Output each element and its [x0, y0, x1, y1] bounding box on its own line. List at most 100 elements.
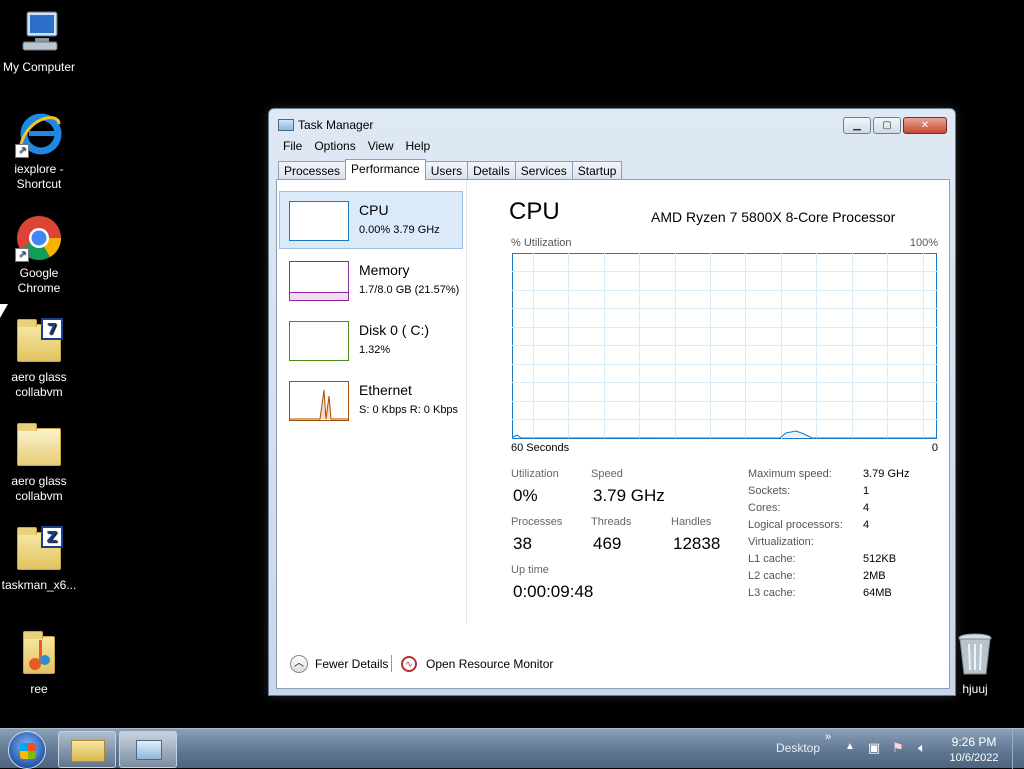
resource-title: Ethernet	[359, 382, 412, 398]
tab-startup[interactable]: Startup	[571, 161, 623, 179]
menu-view[interactable]: View	[362, 137, 400, 157]
tab-details[interactable]: Details	[467, 161, 516, 179]
uptime-label: Up time	[511, 564, 549, 576]
threads-label: Threads	[591, 516, 632, 528]
tab-processes[interactable]: Processes	[278, 161, 347, 179]
title-bar[interactable]: Task Manager ▁ ▢ ✕	[269, 109, 955, 139]
system-clock[interactable]: 9:26 PM 10/6/2022	[944, 734, 1004, 766]
music-folder-icon	[15, 630, 63, 678]
spec-l3-value: 64MB	[863, 587, 892, 599]
cpu-detail: CPU AMD Ryzen 7 5800X 8-Core Processor %…	[499, 180, 939, 620]
folder-icon	[15, 422, 63, 470]
window-title: Task Manager	[298, 118, 374, 132]
threads-value: 469	[593, 534, 622, 553]
zip-archive-icon: Z	[15, 526, 63, 574]
desktop-icon-ree[interactable]: ree	[0, 630, 78, 697]
resource-disk[interactable]: Disk 0 ( C:) 1.32%	[279, 311, 463, 369]
tab-users[interactable]: Users	[424, 161, 469, 179]
action-center-flag-icon[interactable]: ⚑	[890, 740, 906, 756]
resource-cpu[interactable]: CPU 0.00% 3.79 GHz	[279, 191, 463, 249]
task-manager-window: Task Manager ▁ ▢ ✕ File Options View Hel…	[268, 108, 956, 696]
spec-l1-value: 512KB	[863, 553, 897, 565]
start-button[interactable]	[8, 731, 46, 769]
desktop-toolbar-label[interactable]: Desktop	[776, 741, 820, 755]
icon-label: My Computer	[2, 60, 76, 74]
resource-title: Memory	[359, 262, 410, 278]
shortcut-arrow-icon: ↗	[15, 144, 29, 158]
speed-value: 3.79 GHz	[593, 486, 665, 505]
resource-monitor-icon[interactable]: ∿	[401, 656, 417, 672]
memory-thumbnail	[289, 261, 349, 301]
menu-bar: File Options View Help	[277, 137, 436, 157]
mouse-cursor-icon	[0, 304, 8, 318]
desktop-icon-taskman[interactable]: Z taskman_x6...	[0, 526, 78, 593]
recycle-bin-icon	[951, 630, 999, 678]
fewer-details-link[interactable]: Fewer Details	[315, 657, 388, 671]
clock-date: 10/6/2022	[949, 752, 999, 764]
footer-divider	[391, 655, 392, 672]
menu-options[interactable]: Options	[308, 137, 361, 157]
icon-label: collabvm	[15, 385, 63, 399]
taskbar-task-manager-button[interactable]	[119, 731, 177, 768]
maximize-button[interactable]: ▢	[873, 117, 901, 134]
icon-label: iexplore -	[14, 162, 64, 176]
spec-cores-value: 4	[863, 502, 870, 514]
spec-max-speed-value: 3.79 GHz	[863, 468, 910, 480]
desktop-icon-chrome[interactable]: ↗ Google Chrome	[0, 214, 78, 296]
handles-label: Handles	[671, 516, 712, 528]
task-manager-icon	[278, 119, 294, 131]
spec-l3-label: L3 cache:	[748, 587, 796, 599]
icon-label: aero glass	[11, 474, 67, 488]
menu-help[interactable]: Help	[400, 137, 437, 157]
cpu-thumbnail	[289, 201, 349, 241]
spec-l2-label: L2 cache:	[748, 570, 796, 582]
resource-subtitle: S: 0 Kbps R: 0 Kbps	[359, 404, 459, 416]
spec-sockets-label: Sockets:	[748, 485, 791, 497]
utilization-label: Utilization	[511, 468, 559, 480]
show-hidden-icons-icon[interactable]: ▲	[845, 741, 855, 752]
footer-bar: ︿ Fewer Details ∿ Open Resource Monitor	[277, 645, 949, 685]
open-resource-monitor-link[interactable]: Open Resource Monitor	[426, 657, 553, 671]
close-button[interactable]: ✕	[903, 117, 947, 134]
desktop-icon-iexplore[interactable]: ↗ iexplore - Shortcut	[0, 110, 78, 192]
icon-label: taskman_x6...	[1, 578, 77, 592]
chevron-double-right-icon[interactable]: »	[825, 731, 831, 743]
desktop-icon-my-computer[interactable]: My Computer	[0, 8, 78, 75]
7zip-archive-icon: 7	[15, 318, 63, 366]
spec-max-speed-label: Maximum speed:	[748, 468, 832, 480]
resource-title: Disk 0 ( C:)	[359, 322, 429, 338]
icon-label: ree	[30, 682, 48, 696]
menu-file[interactable]: File	[277, 137, 308, 157]
speed-label: Speed	[591, 468, 623, 480]
resource-memory[interactable]: Memory 1.7/8.0 GB (21.57%)	[279, 251, 463, 309]
folder-icon	[71, 740, 105, 762]
chevron-up-icon[interactable]: ︿	[290, 655, 308, 673]
show-desktop-button[interactable]	[1012, 729, 1024, 769]
uptime-value: 0:00:09:48	[513, 582, 594, 601]
tab-performance[interactable]: Performance	[345, 159, 426, 180]
internet-explorer-icon: ↗	[15, 110, 63, 158]
processes-label: Processes	[511, 516, 563, 528]
page-title: CPU	[509, 198, 560, 225]
icon-label: Shortcut	[16, 177, 62, 191]
desktop-icon-aero-glass-2[interactable]: aero glass collabvm	[0, 422, 78, 504]
resource-ethernet[interactable]: Ethernet S: 0 Kbps R: 0 Kbps	[279, 371, 463, 429]
volume-icon[interactable]: 🔈︎	[914, 740, 930, 756]
icon-label: Chrome	[17, 281, 61, 295]
task-manager-icon	[136, 740, 162, 760]
tab-services[interactable]: Services	[514, 161, 573, 179]
spec-l1-label: L1 cache:	[748, 553, 796, 565]
spec-l2-value: 2MB	[863, 570, 886, 582]
shortcut-arrow-icon: ↗	[15, 248, 29, 262]
network-icon[interactable]: ▣	[866, 740, 882, 756]
minimize-button[interactable]: ▁	[843, 117, 871, 134]
ethernet-thumbnail	[289, 381, 349, 421]
performance-panel: CPU 0.00% 3.79 GHz Memory 1.7/8.0 GB (21…	[276, 179, 950, 689]
resource-title: CPU	[359, 202, 389, 218]
desktop-icon-aero-glass-1[interactable]: 7 aero glass collabvm	[0, 318, 78, 400]
graph-label-utilization: % Utilization	[511, 237, 572, 249]
taskbar-explorer-button[interactable]	[58, 731, 116, 768]
graph-axis-time: 60 Seconds	[511, 442, 570, 454]
tab-strip: Processes Performance Users Details Serv…	[278, 159, 623, 180]
resource-subtitle: 1.32%	[359, 344, 391, 356]
